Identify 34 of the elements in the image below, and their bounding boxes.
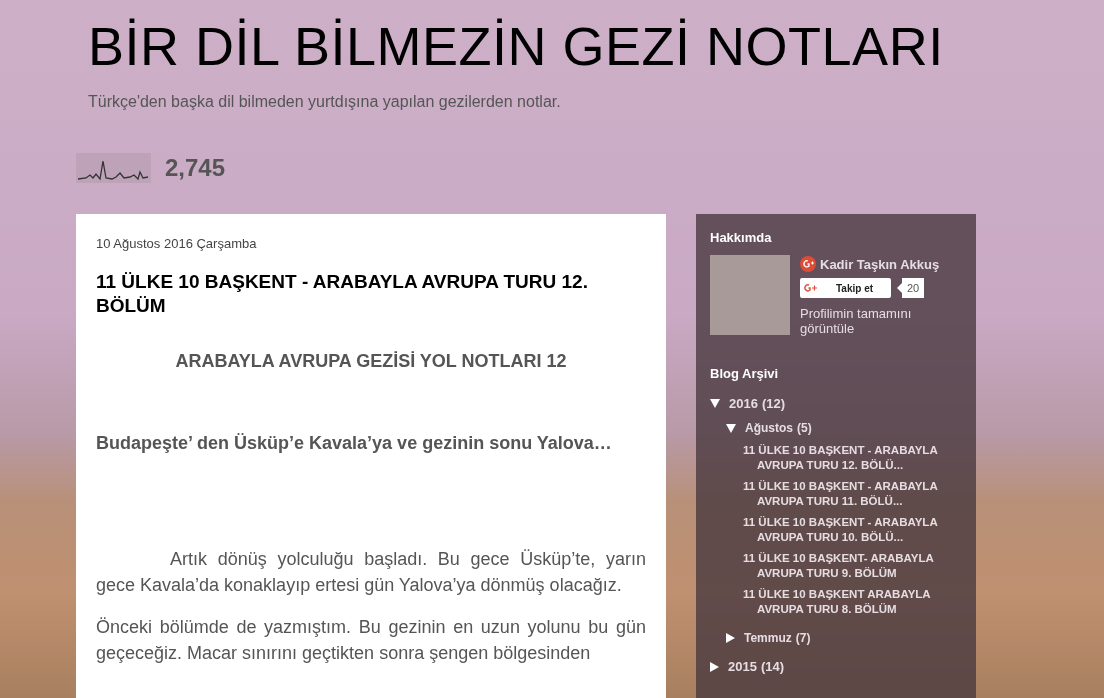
post-paragraph: Artık dönüş yolculuğu başladı. Bu gece Üsküp’te, yarın gece Kavala’da konaklayıp ertesi gün Yalova’ya dönmüş olacağız.	[96, 547, 646, 597]
post-paragraph: Budapeşte’ den Üsküp’e Kavala’ya ve gezinin sonu Yalova…	[96, 431, 613, 455]
section-heading: Hakkımda	[710, 229, 773, 247]
archive-link[interactable]: Ağustos	[745, 419, 793, 437]
profile-link[interactable]: Profilimin tamamını görüntüle	[800, 306, 930, 336]
follower-count: 20	[902, 278, 925, 298]
archive-link[interactable]: 2015	[728, 657, 757, 677]
expanded-arrow-icon[interactable]	[726, 423, 736, 433]
collapsed-arrow-icon[interactable]	[726, 633, 735, 643]
collapsed-arrow-icon[interactable]	[710, 661, 719, 672]
social-icon	[804, 283, 818, 293]
archive-post-link[interactable]: 11 ÜLKE 10 BAŞKENT - ARABAYLA AVRUPA TURU 12. BÖLÜ...	[743, 443, 963, 473]
post-title[interactable]: 11 ÜLKE 10 BAŞKENT - ARABAYLA AVRUPA TURU 12. BÖLÜM	[96, 269, 646, 318]
blog-title[interactable]: BİR DİL BİLMEZİN GEZİ NOTLARI	[88, 12, 1104, 80]
blog-description: Türkçe'den başka dil bilmeden yurtdışına yapılan gezilerden notlar.	[88, 92, 562, 112]
profile-name-link[interactable]: Kadir Taşkın Akkuş	[820, 254, 940, 274]
post-subheading: ARABAYLA AVRUPA GEZİSİ YOL NOTLARI 12	[174, 349, 568, 373]
archive-post-link[interactable]: 11 ÜLKE 10 BAŞKENT- ARABAYLA AVRUPA TURU 9. BÖLÜM	[743, 551, 963, 581]
archive-count: (7)	[795, 630, 811, 647]
section-heading: Blog Arşivi	[710, 365, 780, 383]
archive-post-link[interactable]: 11 ÜLKE 10 BAŞKENT - ARABAYLA AVRUPA TURU 11. BÖLÜ...	[743, 479, 963, 509]
archive-link[interactable]: Temmuz	[744, 629, 792, 647]
archive-count: (12)	[761, 394, 786, 413]
expanded-arrow-icon[interactable]	[710, 398, 720, 408]
pageview-count: 2,745	[165, 153, 226, 183]
archive-link[interactable]: 2016	[729, 393, 758, 413]
archive-count: (14)	[760, 658, 785, 676]
follow-button[interactable]: Takip et	[800, 278, 891, 298]
archive-count: (5)	[797, 420, 812, 437]
social-icon	[800, 256, 816, 273]
archive-post-link[interactable]: 11 ÜLKE 10 BAŞKENT ARABAYLA AVRUPA TURU 8. BÖLÜM	[743, 587, 963, 617]
post-paragraph: Önceki bölümde de yazmıştım. Bu gezinin en uzun yolunu bu gün geçeceğiz. Macar sınırını geçtikten sonra şengen bölgesinden	[96, 615, 646, 665]
post-date: 10 Ağustos 2016 Çarşamba	[96, 235, 258, 253]
archive-post-link[interactable]: 11 ÜLKE 10 BAŞKENT - ARABAYLA AVRUPA TURU 10. BÖLÜ...	[743, 515, 963, 545]
